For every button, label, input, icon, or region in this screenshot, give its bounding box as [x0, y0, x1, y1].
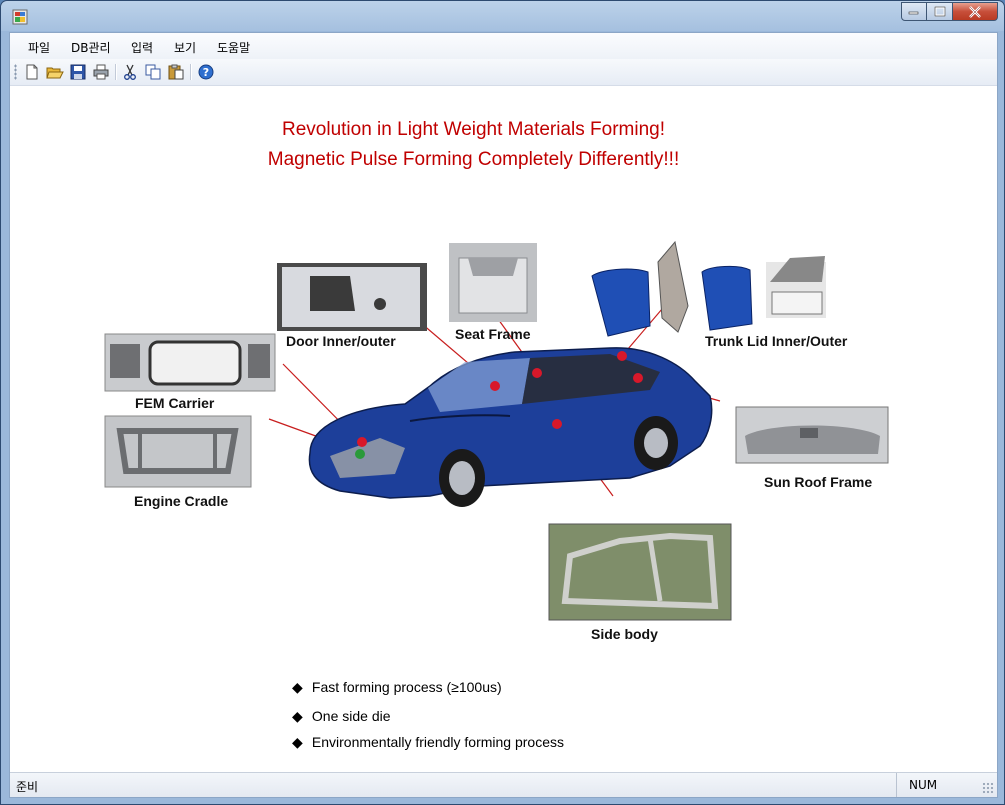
bullet-diamond-icon: ◆ [292, 734, 303, 750]
resize-grip[interactable] [982, 782, 994, 794]
menu-input[interactable]: 입력 [131, 39, 153, 56]
status-bar: 준비 NUM [10, 772, 997, 797]
app-icon[interactable] [12, 9, 28, 25]
toolbar: ? [10, 59, 997, 86]
label-trunk-lid: Trunk Lid Inner/Outer [705, 333, 848, 349]
menu-db[interactable]: DB관리 [71, 39, 111, 56]
bullet-diamond-icon: ◆ [292, 679, 303, 695]
label-side-body: Side body [591, 626, 658, 642]
bullet-text: Environmentally friendly forming process [311, 734, 564, 750]
maximize-button[interactable] [927, 2, 953, 21]
label-engine-cradle: Engine Cradle [134, 493, 229, 509]
bullet-diamond-icon: ◆ [292, 708, 303, 724]
label-sunroof-frame: Sun Roof Frame [764, 474, 873, 490]
bullet-text: One side die [311, 708, 391, 724]
toolbar-separator [115, 64, 117, 80]
client-area: 파일 DB관리 입력 보기 도움말 ? Revolution in Light … [9, 32, 998, 798]
menu-bar: 파일 DB관리 입력 보기 도움말 [10, 33, 997, 59]
trunk-lid-photo [591, 240, 826, 337]
content-view: Revolution in Light Weight Materials For… [10, 86, 997, 774]
app-window: 파일 DB관리 입력 보기 도움말 ? Revolution in Light … [0, 0, 1005, 805]
car-parts-illustration [104, 240, 889, 621]
num-lock-indicator: NUM [896, 773, 937, 797]
help-icon[interactable]: ? [197, 63, 215, 81]
save-icon[interactable] [69, 63, 87, 81]
label-fem-carrier: FEM Carrier [135, 395, 215, 411]
print-icon[interactable] [92, 63, 110, 81]
sunroof-frame-photo [735, 406, 889, 464]
engine-cradle-photo [104, 415, 252, 488]
close-button[interactable] [953, 2, 998, 21]
paste-icon[interactable] [167, 63, 185, 81]
menu-help[interactable]: 도움말 [217, 39, 250, 56]
door-photo [277, 263, 427, 331]
toolbar-separator [190, 64, 192, 80]
menu-view[interactable]: 보기 [174, 39, 196, 56]
bullet-item: ◆ Fast forming process (≥100us) [292, 679, 502, 696]
car-body [308, 347, 713, 507]
bullet-item: ◆ Environmentally friendly forming proce… [292, 734, 564, 751]
toolbar-grip[interactable] [14, 64, 17, 80]
label-seat-frame: Seat Frame [455, 326, 531, 342]
menu-file[interactable]: 파일 [28, 39, 50, 56]
minimize-button[interactable] [901, 2, 927, 21]
label-door: Door Inner/outer [286, 333, 396, 349]
cut-icon[interactable] [121, 63, 139, 81]
open-icon[interactable] [46, 63, 64, 81]
svg-text:?: ? [203, 66, 209, 79]
bullet-text: Fast forming process (≥100us) [311, 679, 502, 695]
status-text: 준비 [16, 780, 39, 794]
title-bar[interactable] [1, 1, 1004, 31]
bullet-item: ◆ One side die [292, 708, 391, 725]
seat-frame-photo [449, 243, 537, 322]
copy-icon[interactable] [144, 63, 162, 81]
new-icon[interactable] [23, 63, 41, 81]
fem-carrier-photo [104, 333, 276, 392]
side-body-photo [548, 523, 732, 621]
